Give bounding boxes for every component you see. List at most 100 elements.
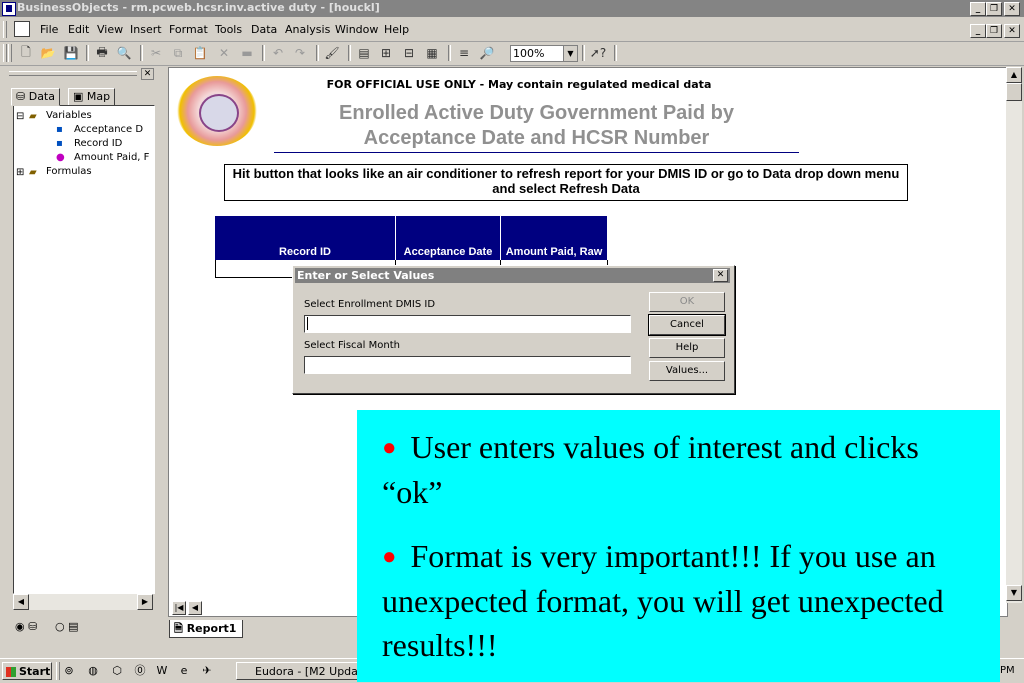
panel-close-icon[interactable]: ✕ (141, 68, 154, 80)
delete-icon[interactable]: ✕ (216, 45, 232, 61)
scroll-down-icon[interactable]: ▼ (1006, 585, 1022, 601)
column-header-acceptance-date[interactable]: Acceptance Date (396, 216, 501, 260)
tree-item-formulas[interactable]: Formulas (46, 166, 92, 177)
menu-window[interactable]: Window (335, 23, 378, 36)
cut-icon[interactable]: ✂ (148, 45, 164, 61)
dialog-close-icon[interactable]: ✕ (713, 269, 728, 282)
save-icon[interactable]: 💾 (63, 45, 79, 61)
new-document-icon[interactable]: 🗋 (18, 45, 34, 61)
report-vertical-scrollbar[interactable]: ▲ ▼ (1006, 67, 1022, 603)
start-button[interactable]: Start (2, 662, 52, 680)
prev-page-icon[interactable]: ◀ (188, 601, 202, 615)
menu-file[interactable]: File (40, 23, 58, 36)
tree-expand-icon[interactable]: ⊞ (16, 167, 24, 178)
tab-data[interactable]: ⛁ Data (11, 88, 60, 106)
ok-button[interactable]: OK (649, 292, 725, 312)
scroll-right-icon[interactable]: ▶ (137, 594, 153, 610)
slice-dice-icon[interactable]: ⊟ (401, 45, 417, 61)
page-layout-icon[interactable]: ≡ (456, 45, 472, 61)
scroll-thumb[interactable] (1006, 83, 1022, 101)
tree-item-variables[interactable]: Variables (46, 110, 92, 121)
clear-icon[interactable]: ▬ (239, 45, 255, 61)
document-icon[interactable] (14, 21, 30, 37)
variables-tree: ⊟ ▰ Variables ▪ Acceptance D ▪ Record ID… (13, 105, 155, 594)
close-button[interactable]: ✕ (1004, 2, 1020, 16)
redo-icon[interactable]: ↷ (292, 45, 308, 61)
zoom-icon[interactable]: 🔎 (479, 45, 495, 61)
menu-bar: File Edit View Insert Format Tools Data … (0, 18, 1024, 42)
doc-minimize-button[interactable]: _ (970, 24, 986, 38)
open-folder-icon[interactable]: 📂 (40, 45, 56, 61)
word-icon[interactable]: W (155, 664, 169, 678)
app-launcher-icon[interactable]: ⬡ (110, 664, 124, 678)
show-desktop-icon[interactable]: ⊚ (62, 664, 76, 678)
zoom-value: 100% (513, 47, 545, 60)
whats-this-help-icon[interactable]: ➚? (590, 45, 606, 61)
paste-icon[interactable]: 📋 (192, 45, 208, 61)
menu-tools[interactable]: Tools (215, 23, 242, 36)
restore-button[interactable]: ❐ (986, 2, 1002, 16)
data-manager-panel: ✕ ⛁ Data ▣ Map ⊟ ▰ Variables ▪ Acceptanc… (5, 67, 160, 640)
agent-icon[interactable]: ✈ (200, 664, 214, 678)
copy-icon[interactable]: ⧉ (170, 45, 186, 61)
tree-horizontal-scrollbar[interactable]: ◀ ▶ (13, 594, 153, 610)
menubar-grip[interactable] (3, 21, 7, 38)
scroll-left-icon[interactable]: ◀ (13, 594, 29, 610)
view-option-radio-1[interactable]: ◉ ⛁ (15, 620, 37, 633)
chevron-down-icon[interactable]: ▼ (563, 46, 577, 61)
format-painter-icon[interactable]: 🖌 (324, 45, 340, 61)
menu-help[interactable]: Help (384, 23, 409, 36)
browser-icon[interactable]: ◍ (86, 664, 100, 678)
zoom-select[interactable]: 100% ▼ (510, 45, 578, 62)
menu-view[interactable]: View (97, 23, 123, 36)
menu-format[interactable]: Format (169, 23, 208, 36)
doc-close-button[interactable]: ✕ (1004, 24, 1020, 38)
text-cursor (307, 317, 308, 330)
folder-icon: ▰ (29, 167, 37, 178)
menu-insert[interactable]: Insert (130, 23, 162, 36)
print-icon[interactable]: 🖶 (94, 45, 110, 61)
internet-explorer-icon[interactable]: e (177, 664, 191, 678)
map-tab-icon: ▣ (73, 90, 84, 103)
enrollment-dmis-input[interactable] (304, 315, 631, 333)
column-header-record-id[interactable]: Record ID (215, 216, 396, 260)
undo-icon[interactable]: ↶ (270, 45, 286, 61)
table-icon[interactable]: ▦ (424, 45, 440, 61)
tab-map[interactable]: ▣ Map (68, 88, 116, 106)
menu-analysis[interactable]: Analysis (285, 23, 330, 36)
tree-item-amount-paid[interactable]: Amount Paid, F (74, 152, 149, 163)
column-header-amount-paid[interactable]: Amount Paid, Raw (501, 216, 608, 260)
dimension-icon: ▪ (56, 138, 63, 149)
first-page-icon[interactable]: |◀ (172, 601, 186, 615)
tree-collapse-icon[interactable]: ⊟ (16, 111, 24, 122)
fiscal-month-label: Select Fiscal Month (304, 340, 400, 351)
scroll-up-icon[interactable]: ▲ (1006, 67, 1022, 83)
tree-item-record-id[interactable]: Record ID (74, 138, 122, 149)
doc-restore-button[interactable]: ❐ (986, 24, 1002, 38)
minimize-button[interactable]: _ (970, 2, 986, 16)
bullet-dot-icon: ● (382, 435, 397, 461)
tab-map-label: Map (86, 90, 111, 103)
tab-report1[interactable]: 🗎 Report1 (169, 620, 243, 638)
dialog-title-bar[interactable]: Enter or Select Values ✕ (295, 268, 730, 283)
app-icon[interactable] (2, 2, 16, 16)
help-button[interactable]: Help (649, 338, 725, 358)
toolbar-separator (140, 45, 143, 61)
taskbar-item-eudora[interactable]: Eudora - [M2 Update (236, 662, 361, 680)
view-option-radio-2[interactable]: ○ ▤ (55, 620, 79, 633)
values-button[interactable]: Values... (649, 361, 725, 381)
refresh-data-icon[interactable]: ⊞ (378, 45, 394, 61)
structure-view-icon[interactable]: ▤ (356, 45, 372, 61)
outlook-icon[interactable]: ⓪ (133, 664, 147, 678)
panel-grip[interactable] (9, 71, 137, 76)
toolbar-grip[interactable] (3, 44, 7, 62)
cancel-button[interactable]: Cancel (648, 314, 726, 336)
menu-data[interactable]: Data (251, 23, 277, 36)
clock-fragment: PM (1000, 665, 1015, 676)
menu-edit[interactable]: Edit (68, 23, 89, 36)
report-horizontal-scroll[interactable]: |◀ ◀ (172, 601, 212, 615)
fiscal-month-input[interactable] (304, 356, 631, 374)
tree-item-acceptance-date[interactable]: Acceptance D (74, 124, 143, 135)
print-preview-icon[interactable]: 🔍 (116, 45, 132, 61)
toolbar-separator (582, 45, 585, 61)
